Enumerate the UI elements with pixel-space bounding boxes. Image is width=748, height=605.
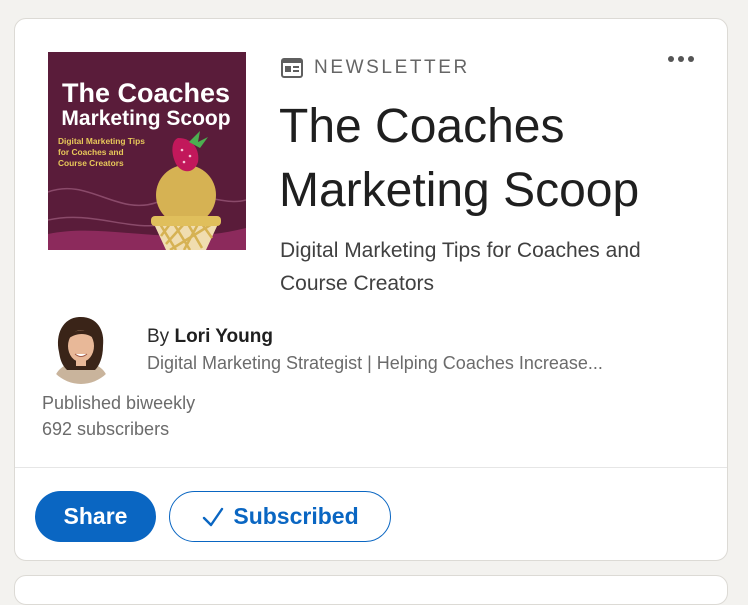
- card-divider: [15, 467, 727, 468]
- cover-tagline-line2: for Coaches and: [58, 147, 124, 157]
- author-name-link[interactable]: Lori Young: [174, 326, 273, 347]
- cover-title-line2: Marketing Scoop: [61, 107, 230, 130]
- subscribed-button[interactable]: Subscribed: [169, 491, 391, 542]
- more-options-icon: [668, 56, 674, 62]
- checkmark-icon: [203, 507, 224, 526]
- author-by-prefix: By: [147, 326, 170, 347]
- newsletter-cover-image[interactable]: The Coaches Marketing Scoop Digital Mark…: [48, 52, 246, 250]
- newsletter-card: The Coaches Marketing Scoop Digital Mark…: [14, 18, 728, 561]
- share-button-label: Share: [63, 503, 128, 529]
- cover-tagline-line1: Digital Marketing Tips: [58, 136, 145, 146]
- author-avatar[interactable]: [45, 312, 117, 384]
- subscribed-button-label: Subscribed: [233, 503, 359, 529]
- cover-tagline-line3: Course Creators: [58, 158, 124, 168]
- cover-title-line1: The Coaches: [62, 78, 230, 108]
- next-card-edge: [14, 575, 728, 605]
- newsletter-description: Digital Marketing Tips for Coaches and C…: [280, 239, 641, 295]
- more-options-button[interactable]: [659, 45, 703, 73]
- newsletter-icon: [281, 58, 303, 78]
- newsletter-type-row: NEWSLETTER: [281, 57, 470, 79]
- author-byline: By Lori Young: [147, 326, 273, 348]
- author-headline: Digital Marketing Strategist | Helping C…: [147, 353, 603, 373]
- publish-frequency: Published biweekly: [42, 393, 196, 413]
- newsletter-type-label: NEWSLETTER: [314, 57, 470, 78]
- newsletter-title[interactable]: The Coaches Marketing Scoop: [279, 95, 709, 223]
- share-button[interactable]: Share: [35, 491, 156, 542]
- subscriber-count[interactable]: 692 subscribers: [42, 419, 169, 440]
